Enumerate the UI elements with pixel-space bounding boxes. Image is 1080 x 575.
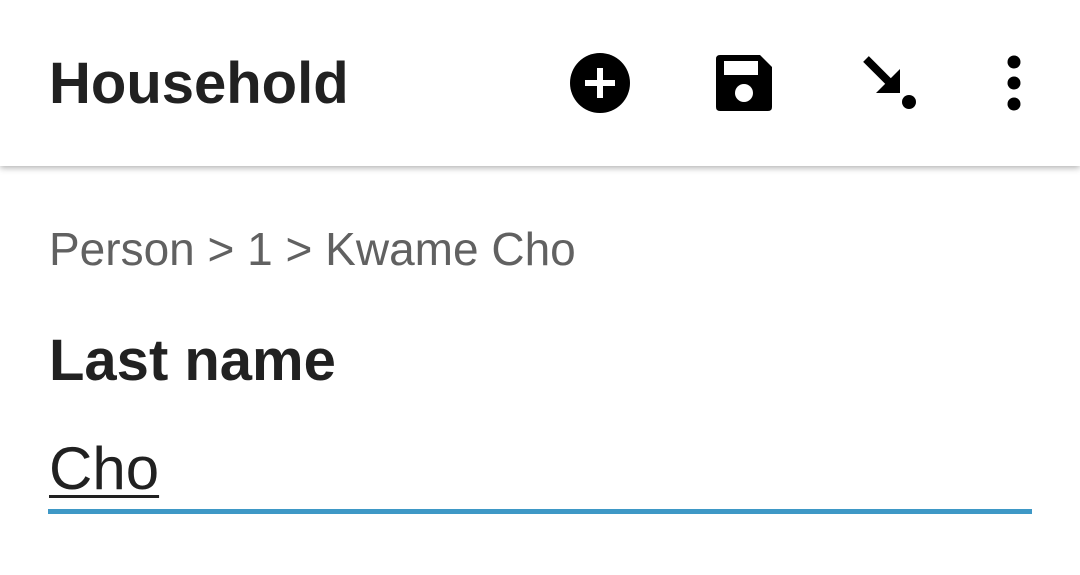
save-button[interactable] xyxy=(700,39,788,127)
goto-button[interactable] xyxy=(846,39,934,127)
last-name-input[interactable]: Cho xyxy=(48,428,1032,514)
more-options-button[interactable] xyxy=(970,39,1058,127)
save-icon xyxy=(716,55,772,111)
add-button[interactable] xyxy=(556,39,644,127)
more-vert-icon xyxy=(1007,55,1021,111)
toolbar-title: Household xyxy=(49,51,349,116)
add-circle-icon xyxy=(570,53,630,113)
breadcrumb: Person > 1 > Kwame Cho xyxy=(49,223,576,275)
arrow-down-right-icon xyxy=(863,56,916,109)
app-screen: Household Person > 1 > Kwame Cho Last na… xyxy=(0,0,1080,575)
last-name-value: Cho xyxy=(49,435,160,502)
last-name-label: Last name xyxy=(49,328,336,393)
form-content: Person > 1 > Kwame Cho Last name Cho xyxy=(0,166,1080,575)
app-toolbar: Household xyxy=(0,0,1080,166)
